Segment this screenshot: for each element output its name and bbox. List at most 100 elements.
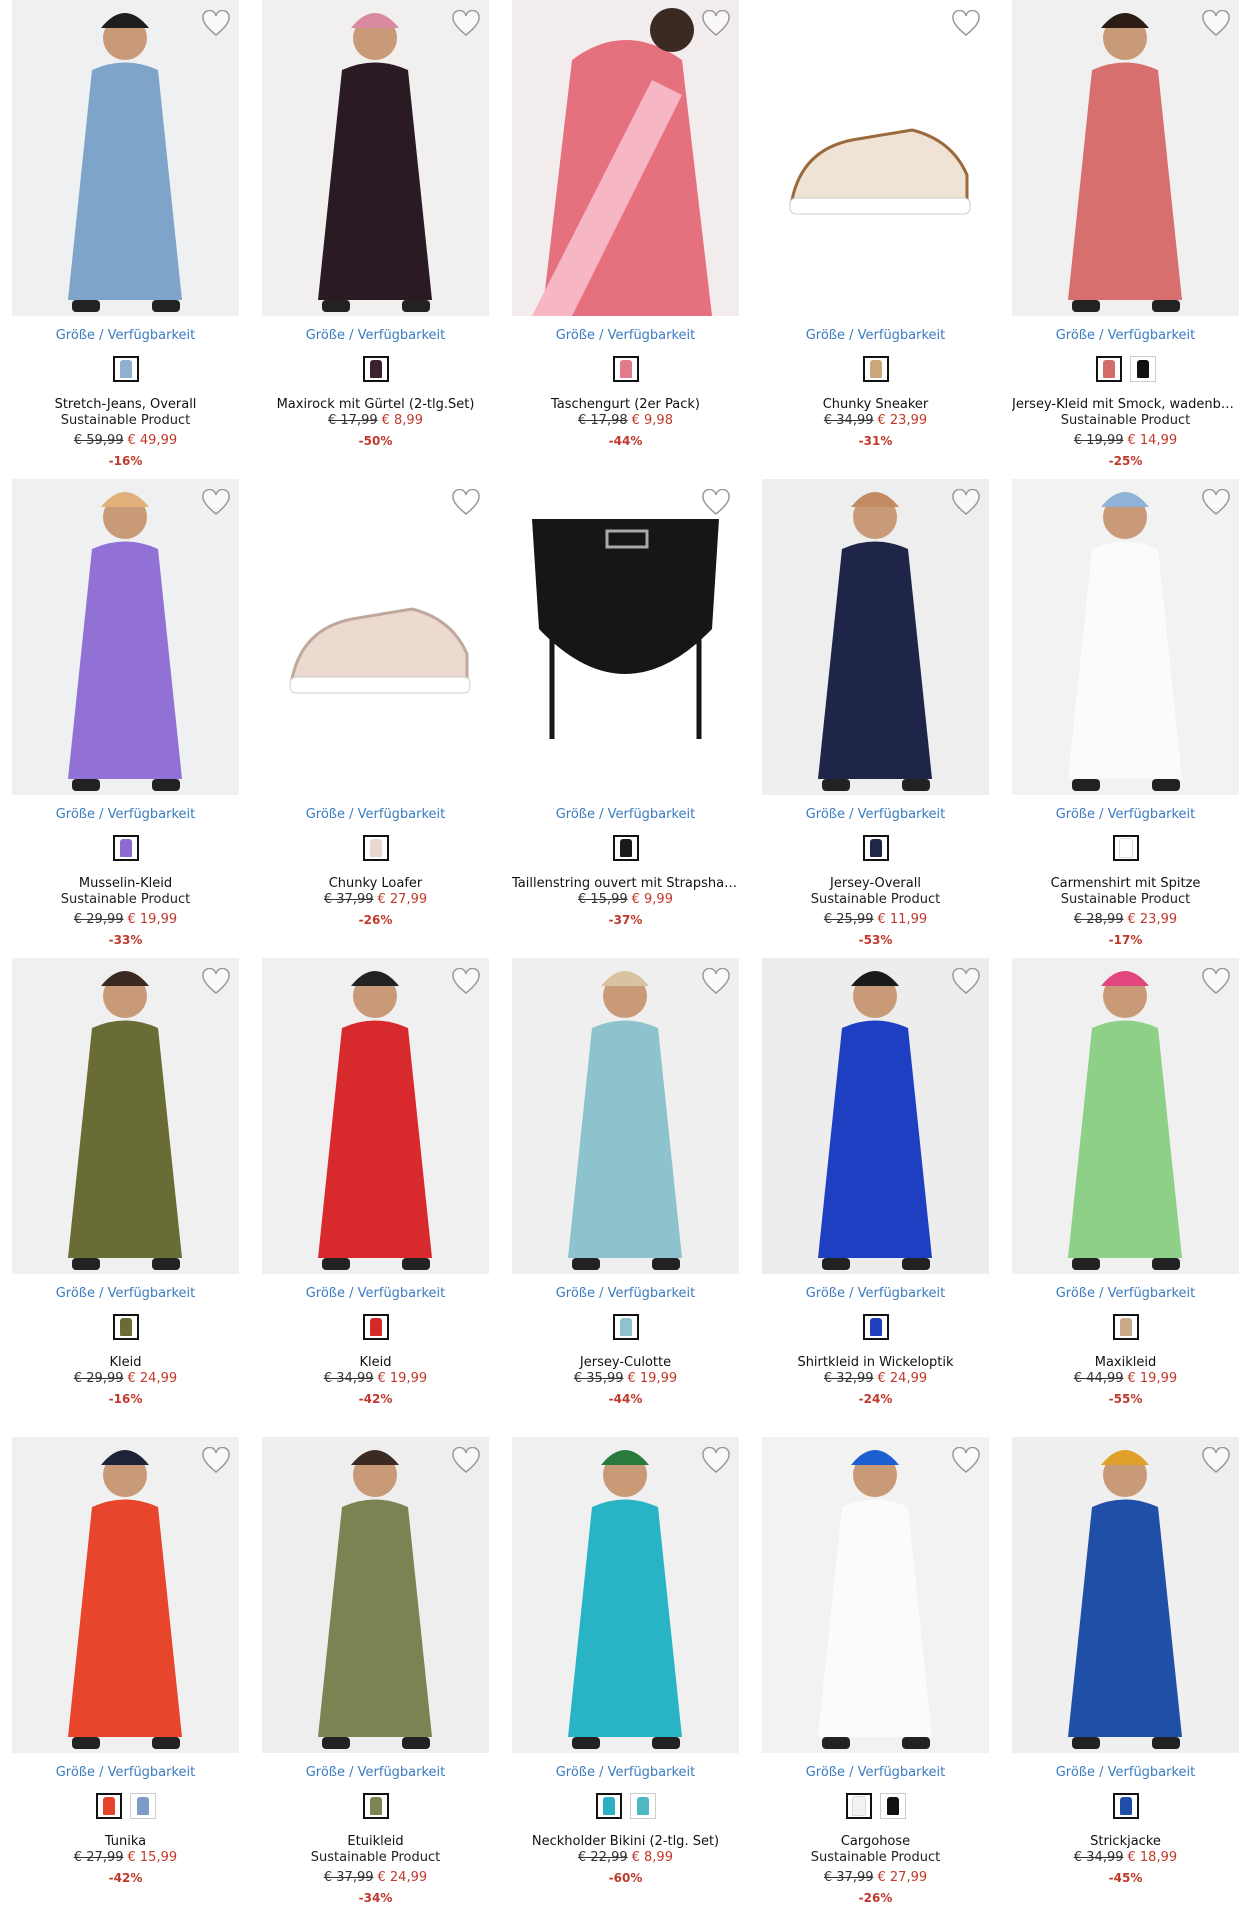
size-availability-link[interactable]: Größe / Verfügbarkeit	[762, 1286, 989, 1301]
wishlist-heart-icon[interactable]	[701, 10, 731, 38]
product-image[interactable]	[262, 958, 489, 1274]
product-image[interactable]	[1012, 479, 1239, 795]
product-card[interactable]: Größe / Verfügbarkeit Etuikleid Sustaina…	[262, 1437, 489, 1913]
wishlist-heart-icon[interactable]	[951, 968, 981, 996]
product-title[interactable]: Jersey-Culotte	[512, 1355, 739, 1370]
product-card[interactable]: Größe / Verfügbarkeit Maxirock mit Gürte…	[262, 0, 489, 476]
size-availability-link[interactable]: Größe / Verfügbarkeit	[762, 1765, 989, 1780]
size-availability-link[interactable]: Größe / Verfügbarkeit	[262, 807, 489, 822]
product-image[interactable]	[512, 958, 739, 1274]
size-availability-link[interactable]: Größe / Verfügbarkeit	[512, 1286, 739, 1301]
color-swatch[interactable]	[1129, 356, 1156, 382]
wishlist-heart-icon[interactable]	[201, 968, 231, 996]
color-swatch[interactable]	[112, 835, 139, 861]
color-swatch[interactable]	[862, 1314, 889, 1340]
product-title[interactable]: Taschengurt (2er Pack)	[512, 397, 739, 412]
color-swatch[interactable]	[1112, 1314, 1139, 1340]
product-card[interactable]: Größe / Verfügbarkeit Jersey-Overall Sus…	[762, 479, 989, 955]
product-title[interactable]: Jersey-Overall	[762, 876, 989, 891]
color-swatch[interactable]	[362, 1314, 389, 1340]
size-availability-link[interactable]: Größe / Verfügbarkeit	[262, 328, 489, 343]
wishlist-heart-icon[interactable]	[201, 1447, 231, 1475]
product-image[interactable]	[512, 0, 739, 316]
product-image[interactable]	[762, 1437, 989, 1753]
wishlist-heart-icon[interactable]	[451, 968, 481, 996]
product-title[interactable]: Maxirock mit Gürtel (2-tlg.Set)	[262, 397, 489, 412]
product-title[interactable]: Neckholder Bikini (2-tlg. Set)	[512, 1834, 739, 1849]
size-availability-link[interactable]: Größe / Verfügbarkeit	[12, 807, 239, 822]
product-title[interactable]: Kleid	[12, 1355, 239, 1370]
color-swatch[interactable]	[1095, 356, 1122, 382]
product-title[interactable]: Tunika	[12, 1834, 239, 1849]
color-swatch[interactable]	[862, 835, 889, 861]
wishlist-heart-icon[interactable]	[701, 1447, 731, 1475]
product-image[interactable]	[762, 479, 989, 795]
product-card[interactable]: Größe / Verfügbarkeit Kleid € 29,99 € 24,…	[12, 958, 239, 1434]
product-image[interactable]	[512, 479, 739, 795]
size-availability-link[interactable]: Größe / Verfügbarkeit	[12, 1765, 239, 1780]
product-card[interactable]: Größe / Verfügbarkeit Tunika € 27,99 € 15…	[12, 1437, 239, 1913]
product-image[interactable]	[1012, 0, 1239, 316]
size-availability-link[interactable]: Größe / Verfügbarkeit	[262, 1765, 489, 1780]
size-availability-link[interactable]: Größe / Verfügbarkeit	[1012, 328, 1239, 343]
color-swatch[interactable]	[112, 1314, 139, 1340]
product-card[interactable]: Größe / Verfügbarkeit Carmenshirt mit Sp…	[1012, 479, 1239, 955]
product-card[interactable]: Größe / Verfügbarkeit Taillenstring ouve…	[512, 479, 739, 955]
product-image[interactable]	[12, 479, 239, 795]
wishlist-heart-icon[interactable]	[1201, 968, 1231, 996]
product-title[interactable]: Shirtkleid in Wickeloptik	[762, 1355, 989, 1370]
product-image[interactable]	[262, 0, 489, 316]
wishlist-heart-icon[interactable]	[201, 10, 231, 38]
wishlist-heart-icon[interactable]	[1201, 1447, 1231, 1475]
product-image[interactable]	[1012, 1437, 1239, 1753]
wishlist-heart-icon[interactable]	[701, 968, 731, 996]
product-image[interactable]	[262, 479, 489, 795]
wishlist-heart-icon[interactable]	[451, 489, 481, 517]
product-card[interactable]: Größe / Verfügbarkeit Neckholder Bikini …	[512, 1437, 739, 1913]
product-image[interactable]	[262, 1437, 489, 1753]
product-card[interactable]: Größe / Verfügbarkeit Shirtkleid in Wick…	[762, 958, 989, 1434]
product-card[interactable]: Größe / Verfügbarkeit Chunky Loafer € 37…	[262, 479, 489, 955]
wishlist-heart-icon[interactable]	[951, 489, 981, 517]
color-swatch[interactable]	[595, 1793, 622, 1819]
product-title[interactable]: Maxikleid	[1012, 1355, 1239, 1370]
wishlist-heart-icon[interactable]	[701, 489, 731, 517]
size-availability-link[interactable]: Größe / Verfügbarkeit	[1012, 1286, 1239, 1301]
size-availability-link[interactable]: Größe / Verfügbarkeit	[512, 1765, 739, 1780]
product-title[interactable]: Stretch-Jeans, Overall	[12, 397, 239, 412]
product-card[interactable]: Größe / Verfügbarkeit Taschengurt (2er P…	[512, 0, 739, 476]
wishlist-heart-icon[interactable]	[201, 489, 231, 517]
product-title[interactable]: Chunky Loafer	[262, 876, 489, 891]
color-swatch[interactable]	[362, 356, 389, 382]
color-swatch[interactable]	[879, 1793, 906, 1819]
color-swatch[interactable]	[1112, 835, 1139, 861]
product-card[interactable]: Größe / Verfügbarkeit Kleid € 34,99 € 19,…	[262, 958, 489, 1434]
wishlist-heart-icon[interactable]	[951, 10, 981, 38]
product-title[interactable]: Carmenshirt mit Spitze	[1012, 876, 1239, 891]
product-image[interactable]	[762, 0, 989, 316]
product-title[interactable]: Strickjacke	[1012, 1834, 1239, 1849]
product-card[interactable]: Größe / Verfügbarkeit Jersey-Kleid mit S…	[1012, 0, 1239, 476]
product-card[interactable]: Größe / Verfügbarkeit Chunky Sneaker € 3…	[762, 0, 989, 476]
color-swatch[interactable]	[129, 1793, 156, 1819]
size-availability-link[interactable]: Größe / Verfügbarkeit	[262, 1286, 489, 1301]
color-swatch[interactable]	[362, 835, 389, 861]
color-swatch[interactable]	[862, 356, 889, 382]
wishlist-heart-icon[interactable]	[451, 10, 481, 38]
product-image[interactable]	[12, 958, 239, 1274]
color-swatch[interactable]	[95, 1793, 122, 1819]
size-availability-link[interactable]: Größe / Verfügbarkeit	[1012, 1765, 1239, 1780]
wishlist-heart-icon[interactable]	[1201, 10, 1231, 38]
size-availability-link[interactable]: Größe / Verfügbarkeit	[12, 328, 239, 343]
product-card[interactable]: Größe / Verfügbarkeit Strickjacke € 34,9…	[1012, 1437, 1239, 1913]
product-image[interactable]	[1012, 958, 1239, 1274]
product-image[interactable]	[512, 1437, 739, 1753]
size-availability-link[interactable]: Größe / Verfügbarkeit	[512, 807, 739, 822]
color-swatch[interactable]	[112, 356, 139, 382]
size-availability-link[interactable]: Größe / Verfügbarkeit	[12, 1286, 239, 1301]
product-title[interactable]: Cargohose	[762, 1834, 989, 1849]
wishlist-heart-icon[interactable]	[1201, 489, 1231, 517]
size-availability-link[interactable]: Größe / Verfügbarkeit	[1012, 807, 1239, 822]
product-image[interactable]	[12, 0, 239, 316]
size-availability-link[interactable]: Größe / Verfügbarkeit	[512, 328, 739, 343]
